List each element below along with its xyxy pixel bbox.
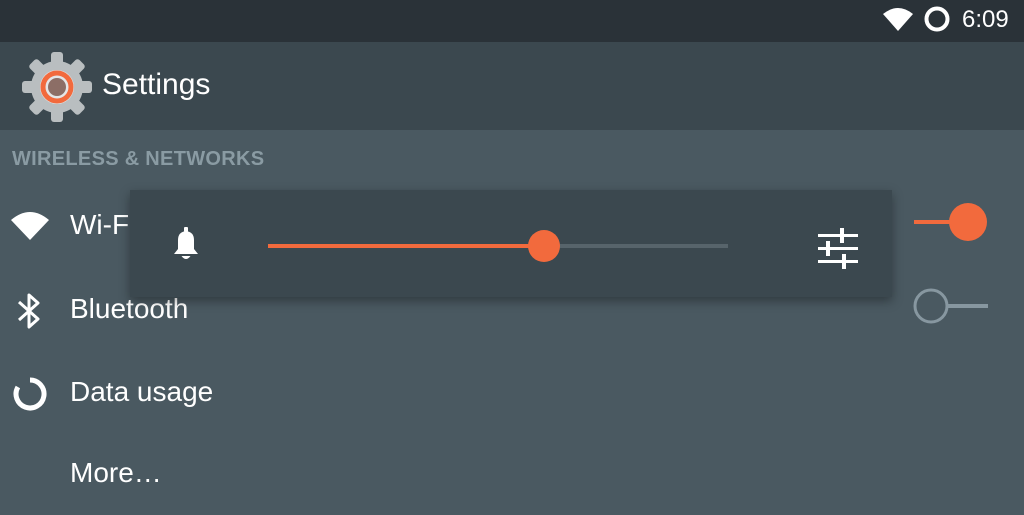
section-header: WIRELESS & NETWORKS [12,148,265,170]
volume-panel [130,190,892,297]
volume-slider[interactable] [268,230,728,262]
settings-item-more[interactable]: More… [0,435,1024,515]
bell-icon [166,224,206,268]
equalizer-icon[interactable] [816,226,860,274]
settings-item-label: Bluetooth [70,293,189,324]
settings-item-label: Wi-Fi [70,209,136,240]
bluetooth-toggle[interactable] [910,286,992,330]
volume-slider-thumb[interactable] [528,230,560,262]
status-bar: 6:09 [0,0,1024,42]
data-saver-icon [922,4,952,38]
data-usage-icon [10,374,50,418]
settings-list: WIRELESS & NETWORKS Wi-Fi Bluetooth Data… [0,130,1024,501]
bluetooth-icon [10,291,48,335]
wifi-toggle[interactable] [910,202,992,246]
wifi-icon [10,209,50,245]
page-title: Settings [102,68,211,101]
settings-item-label: Data usage [70,376,214,407]
status-time: 6:09 [962,6,1009,33]
settings-item-data-usage[interactable]: Data usage [0,354,1024,434]
settings-gear-icon [20,50,94,128]
volume-slider-fill [268,244,544,248]
app-toolbar: Settings [0,42,1024,130]
settings-item-label: More… [70,457,162,488]
wifi-icon [882,6,914,36]
